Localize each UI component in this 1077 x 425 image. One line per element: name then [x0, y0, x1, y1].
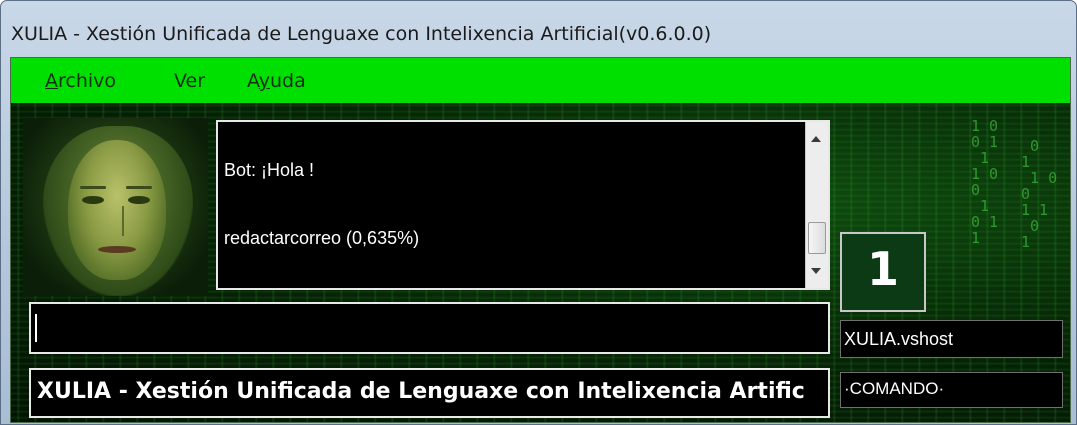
text-caret — [35, 314, 37, 342]
menu-ayuda[interactable]: Ayuda — [247, 70, 306, 92]
title-bar[interactable]: XULIA - Xestión Unificada de Lenguaxe co… — [1, 1, 1076, 57]
command-label: ·COMANDO· — [844, 379, 945, 398]
host-label-box: XULIA.vshost — [840, 320, 1063, 358]
counter-value: 1 — [866, 242, 899, 296]
chat-log[interactable]: Bot: ¡Hola ! redactarcorreo (0,635%) — [216, 120, 830, 290]
menu-ayuda-pre: A — [247, 70, 259, 92]
command-label-box: ·COMANDO· — [840, 372, 1063, 408]
menu-archivo-mnemonic: A — [45, 70, 58, 92]
menu-archivo[interactable]: Archivo — [45, 70, 116, 92]
menu-archivo-rest: rchivo — [58, 70, 117, 92]
matrix-glyphs-right-2: 0 1 1 0 0 1 1 0 1 — [1021, 137, 1058, 251]
chat-line: redactarcorreo (0,635%) — [224, 228, 420, 248]
scroll-thumb[interactable] — [808, 222, 826, 254]
menu-ayuda-rest: uda — [269, 70, 306, 92]
host-label: XULIA.vshost — [844, 329, 954, 349]
avatar-face — [68, 140, 166, 280]
menu-ver[interactable]: Ver — [174, 70, 205, 92]
menu-bar: Archivo Ver Ayuda — [11, 58, 1070, 103]
window-title: XULIA - Xestión Unificada de Lenguaxe co… — [11, 23, 712, 45]
app-window: XULIA - Xestión Unificada de Lenguaxe co… — [0, 0, 1077, 425]
scroll-up-icon[interactable] — [811, 136, 821, 142]
counter-panel: 1 — [840, 232, 926, 312]
menu-ayuda-mnemonic: y — [258, 70, 270, 92]
chat-scrollbar[interactable] — [805, 122, 828, 288]
chat-line: Bot: ¡Hola ! — [224, 160, 315, 180]
matrix-glyphs-right: 1 0 0 1 1 1 0 0 1 0 1 1 — [971, 117, 999, 247]
status-text: XULIA - Xestión Unificada de Lenguaxe co… — [37, 379, 805, 404]
command-input[interactable] — [29, 302, 830, 354]
status-panel: XULIA - Xestión Unificada de Lenguaxe co… — [29, 368, 830, 418]
scroll-down-icon[interactable] — [811, 268, 821, 274]
matrix-face-avatar-icon — [23, 118, 208, 296]
client-area: 1 0 0 1 1 1 0 0 1 0 1 1 0 1 1 0 0 1 1 0 … — [10, 57, 1071, 423]
